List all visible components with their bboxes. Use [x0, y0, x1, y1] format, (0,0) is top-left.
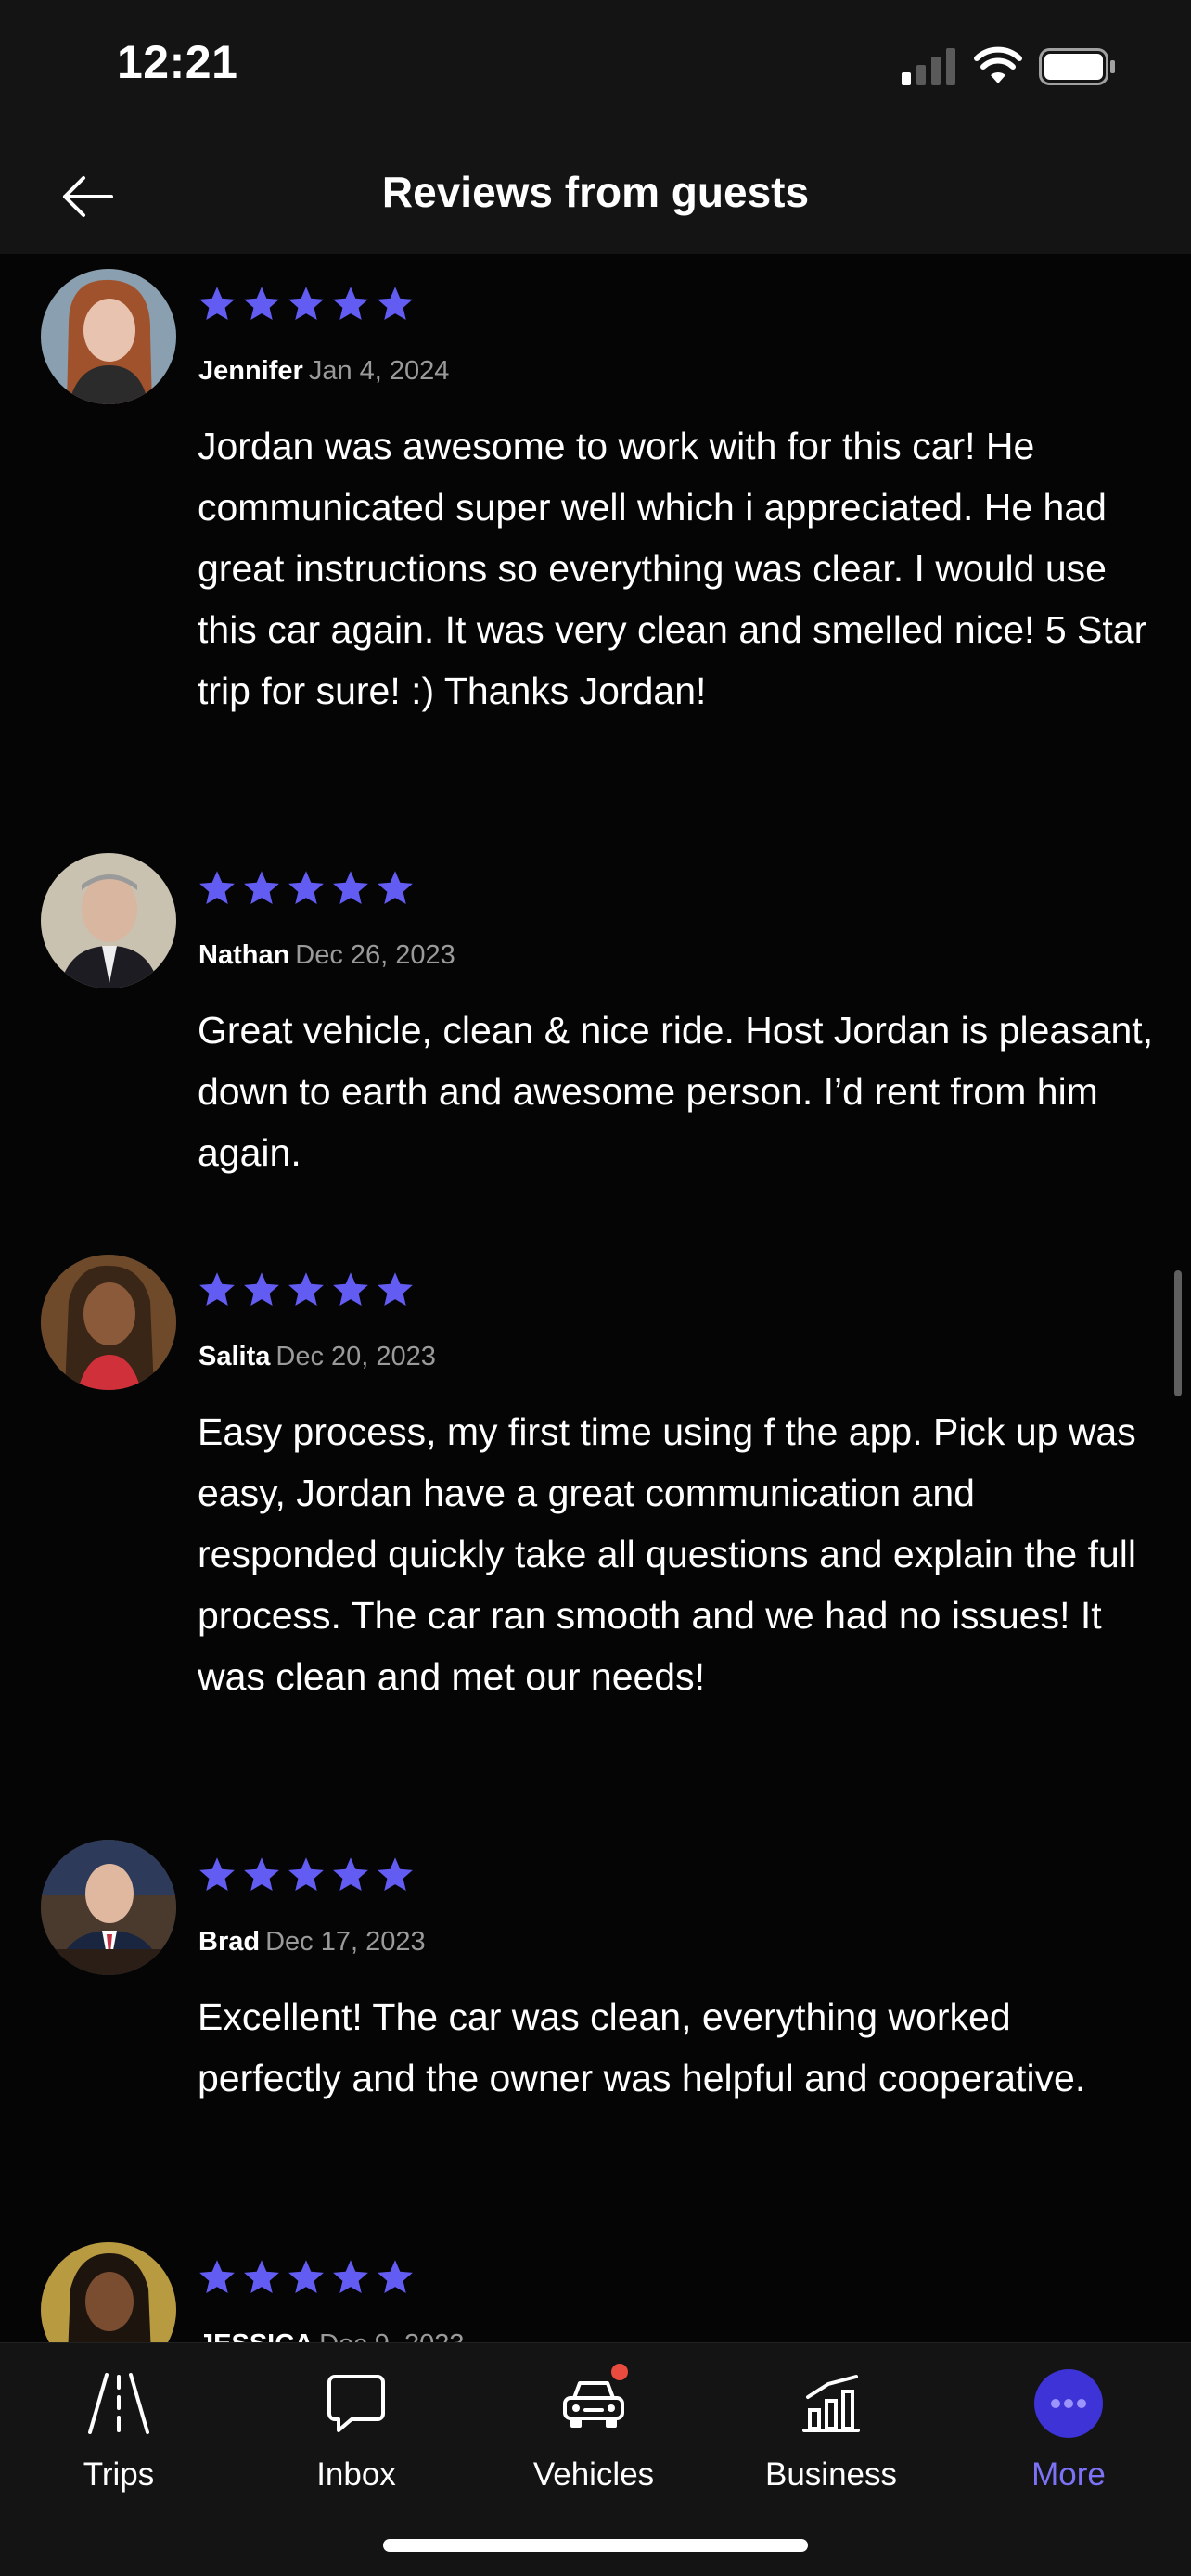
tab-label: Trips [83, 2456, 155, 2493]
avatar[interactable] [41, 1840, 176, 1975]
avatar-photo [41, 853, 176, 988]
avatar[interactable] [41, 2242, 176, 2342]
tab-inbox[interactable]: Inbox [254, 2362, 458, 2510]
review-meta: Brad Dec 17, 2023 [198, 1927, 426, 1958]
chat-bubble-icon [327, 2375, 385, 2432]
reviewer-name: Salita [198, 1342, 271, 1371]
reviews-screen: 12:21 Reviews from guests Jennifer Jan 4… [0, 0, 1191, 2576]
star-rating [197, 2257, 416, 2298]
review-text: Excellent! The car was clean, everything… [198, 1996, 1086, 2099]
reviewer-name: JESSICA [198, 2329, 314, 2342]
star-icon [244, 2260, 279, 2294]
star-icon [288, 2260, 324, 2294]
header: Reviews from guests [0, 139, 1191, 254]
avatar-photo [41, 1255, 176, 1390]
star-icon [199, 2260, 235, 2294]
star-icon [244, 1272, 279, 1307]
star-icon [199, 287, 235, 321]
wifi-icon [974, 46, 1022, 83]
star-icon [199, 871, 235, 905]
review-meta: JESSICA Dec 9, 2023 [198, 2329, 465, 2342]
star-icon [378, 2260, 413, 2294]
review-text: Easy process, my first time using f the … [198, 1410, 1136, 1698]
reviewer-name: Nathan [198, 940, 290, 970]
avatar[interactable] [41, 1255, 176, 1390]
star-rating [197, 284, 416, 325]
star-icon [333, 1857, 368, 1892]
star-icon [288, 1857, 324, 1892]
reviews-list[interactable]: Jennifer Jan 4, 2024 Jordan was awesome t… [0, 254, 1191, 2342]
star-icon [199, 1272, 235, 1307]
review-date: Dec 17, 2023 [265, 1927, 426, 1957]
review-text: Great vehicle, clean & nice ride. Host J… [198, 1009, 1154, 1174]
battery-icon [1039, 48, 1115, 85]
avatar[interactable] [41, 269, 176, 404]
reviewer-name: Jennifer [198, 356, 303, 386]
review-meta: Nathan Dec 26, 2023 [198, 940, 455, 971]
page-title: Reviews from guests [381, 168, 810, 216]
review-meta: Salita Dec 20, 2023 [198, 1342, 436, 1372]
star-icon [288, 1272, 324, 1307]
star-icon [333, 1272, 368, 1307]
bar-chart-icon [802, 2375, 860, 2432]
review-text: Jordan was awesome to work with for this… [198, 425, 1147, 712]
star-icon [378, 1857, 413, 1892]
star-icon [288, 871, 324, 905]
tab-vehicles[interactable]: Vehicles [492, 2362, 696, 2510]
scrollbar[interactable] [1174, 1270, 1182, 1396]
star-icon [378, 1272, 413, 1307]
tab-label: Vehicles [532, 2456, 655, 2493]
review-date: Dec 9, 2023 [319, 2329, 464, 2342]
review-meta: Jennifer Jan 4, 2024 [198, 356, 449, 387]
avatar-photo [41, 1840, 176, 1975]
star-icon [333, 871, 368, 905]
review-date: Jan 4, 2024 [308, 356, 450, 386]
star-icon [244, 1857, 279, 1892]
star-rating [197, 1855, 416, 1895]
avatar-photo [41, 269, 176, 404]
tab-label: More [1031, 2456, 1106, 2493]
status-time: 12:21 [117, 36, 238, 88]
star-icon [378, 871, 413, 905]
cellular-signal-icon [902, 48, 955, 85]
notification-badge [611, 2364, 628, 2380]
tab-trips[interactable]: Trips [17, 2362, 221, 2510]
car-icon [563, 2381, 624, 2428]
star-icon [333, 287, 368, 321]
tab-business[interactable]: Business [729, 2362, 933, 2510]
tab-label: Business [764, 2456, 898, 2493]
star-icon [244, 287, 279, 321]
avatar-photo [41, 2242, 176, 2342]
star-icon [378, 287, 413, 321]
avatar[interactable] [41, 853, 176, 988]
star-rating [197, 1269, 416, 1310]
star-icon [244, 871, 279, 905]
star-icon [288, 287, 324, 321]
more-dots-icon [1034, 2369, 1103, 2438]
home-indicator [383, 2539, 808, 2552]
status-bar: 12:21 [0, 0, 1191, 139]
tab-label: Inbox [316, 2456, 396, 2493]
star-icon [199, 1857, 235, 1892]
star-rating [197, 868, 416, 909]
reviewer-name: Brad [198, 1927, 261, 1957]
road-icon [88, 2373, 149, 2434]
review-date: Dec 20, 2023 [275, 1342, 436, 1371]
tab-more[interactable]: More [967, 2362, 1171, 2510]
star-icon [333, 2260, 368, 2294]
review-date: Dec 26, 2023 [295, 940, 455, 970]
